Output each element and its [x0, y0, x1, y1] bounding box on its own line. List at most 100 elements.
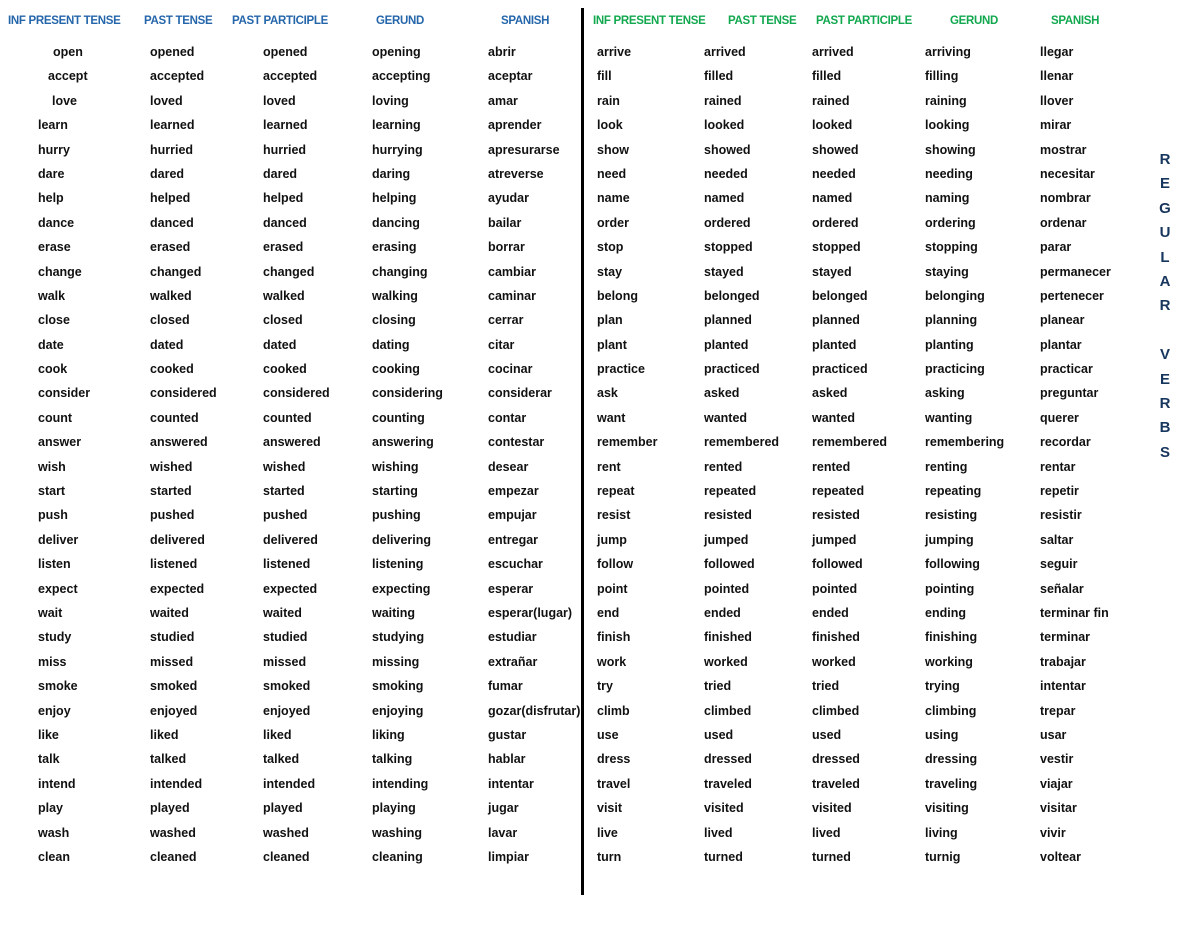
verb-gerund: pointing — [925, 581, 975, 596]
verb-spanish: apresurarse — [488, 142, 560, 157]
verb-infinitive: cook — [38, 362, 68, 377]
verb-gerund: renting — [925, 459, 968, 474]
verb-spanish: practicar — [1040, 362, 1093, 377]
verb-infinitive: smoke — [38, 679, 78, 694]
verb-row: talk talked talked talking hablar — [0, 749, 581, 773]
verb-past-tense: erased — [150, 240, 191, 255]
verb-row: order ordered ordered ordering ordenar — [589, 213, 1134, 237]
verb-row: end ended ended ending terminar fin — [589, 603, 1134, 627]
verb-row: turn turned turned turnig voltear — [589, 847, 1134, 871]
verb-past-participle: waited — [263, 605, 302, 620]
verb-spanish: intentar — [488, 776, 534, 791]
verb-past-tense: changed — [150, 264, 202, 279]
verb-infinitive: repeat — [597, 484, 635, 499]
verb-past-tense: turned — [704, 849, 743, 864]
column-header-past-participle: PAST PARTICIPLE — [232, 15, 329, 27]
vertical-title-letter: A — [1159, 273, 1171, 291]
verb-past-tense: followed — [704, 557, 755, 572]
verb-row: accept accepted accepted accepting aceptar — [0, 66, 581, 90]
verb-spanish: usar — [1040, 727, 1067, 742]
verb-row: rain rained rained raining llover — [589, 91, 1134, 115]
verb-spanish: citar — [488, 337, 515, 352]
verb-spanish: cambiar — [488, 264, 536, 279]
verb-past-tense: wanted — [704, 410, 748, 425]
verb-past-participle: climbed — [812, 703, 860, 718]
verb-gerund: closing — [372, 313, 416, 328]
verb-infinitive: fill — [597, 69, 612, 84]
verb-past-participle: belonged — [812, 288, 868, 303]
verb-infinitive: work — [597, 654, 627, 669]
verb-past-participle: planted — [812, 337, 857, 352]
vertical-title-letter: U — [1159, 224, 1171, 242]
verb-row: dance danced danced dancing bailar — [0, 213, 581, 237]
verb-infinitive: live — [597, 825, 618, 840]
verb-past-participle: counted — [263, 410, 312, 425]
verb-row: work worked worked working trabajar — [589, 652, 1134, 676]
verb-infinitive: change — [38, 264, 82, 279]
verb-past-participle: hurried — [263, 142, 307, 157]
verb-past-tense: closed — [150, 313, 190, 328]
verb-past-participle: pushed — [263, 508, 308, 523]
column-header-spanish: SPANISH — [1051, 15, 1100, 27]
verb-infinitive: dance — [38, 215, 75, 230]
verb-row: walk walked walked walking caminar — [0, 286, 581, 310]
verb-gerund: living — [925, 825, 958, 840]
verb-infinitive: erase — [38, 240, 71, 255]
verb-spanish: empujar — [488, 508, 537, 523]
verb-spanish: viajar — [1040, 776, 1073, 791]
vertical-title-letter: S — [1159, 443, 1170, 461]
right-table-header-row: INF PRESENT TENSE PAST TENSE PAST PARTIC… — [589, 13, 1134, 29]
verb-spanish: contestar — [488, 435, 545, 450]
verb-gerund: wishing — [372, 459, 419, 474]
verb-past-participle: opened — [263, 45, 308, 59]
verb-row: study studied studied studying estudiar — [0, 627, 581, 651]
verb-spanish: intentar — [1040, 679, 1086, 694]
verb-row: fill filled filled filling llenar — [589, 66, 1134, 90]
verb-past-tense: ordered — [704, 215, 751, 230]
verb-past-participle: delivered — [263, 532, 318, 547]
verb-infinitive: show — [597, 142, 629, 157]
verb-infinitive: resist — [597, 508, 631, 523]
vertical-title-letter: R — [1159, 151, 1171, 168]
verb-past-participle: loved — [263, 93, 296, 108]
verb-row: dress dressed dressed dressing vestir — [589, 749, 1134, 773]
verb-spanish: borrar — [488, 240, 525, 255]
vertical-title-letter: L — [1160, 248, 1170, 266]
verb-row: rent rented rented renting rentar — [589, 457, 1134, 481]
verb-gerund: cooking — [372, 362, 420, 377]
regular-verbs-vertical-title: REGULAR VERBS — [1148, 148, 1182, 465]
verb-past-participle: wished — [263, 459, 306, 474]
verb-infinitive: expect — [38, 581, 78, 596]
verb-past-tense: hurried — [150, 142, 194, 157]
verb-gerund: asking — [925, 386, 965, 401]
verb-row: expect expected expected expecting esperar — [0, 579, 581, 603]
verb-gerund: traveling — [925, 776, 978, 791]
verb-spanish: necesitar — [1040, 166, 1095, 181]
verb-gerund: working — [925, 654, 973, 669]
verb-past-tense: asked — [704, 386, 740, 401]
verb-past-participle: listened — [263, 557, 311, 572]
vertical-title-letter: V — [1159, 346, 1170, 364]
verb-past-tense: dressed — [704, 752, 752, 767]
verb-past-tense: intended — [150, 776, 203, 791]
verb-row: point pointed pointed pointing señalar — [589, 579, 1134, 603]
verb-past-tense: started — [150, 484, 192, 499]
verb-past-participle: resisted — [812, 508, 860, 523]
verb-infinitive: miss — [38, 654, 67, 669]
verb-past-tense: ended — [704, 605, 741, 620]
verb-gerund: listening — [372, 557, 424, 572]
verb-infinitive: push — [38, 508, 68, 523]
verb-infinitive: deliver — [38, 532, 79, 547]
verb-row: travel traveled traveled traveling viajar — [589, 774, 1134, 798]
verb-infinitive: practice — [597, 362, 645, 377]
verb-gerund: waiting — [372, 605, 416, 620]
verb-past-tense: walked — [150, 288, 192, 303]
verb-past-tense: loved — [150, 93, 183, 108]
verb-spanish: trepar — [1040, 703, 1076, 718]
verb-infinitive: intend — [38, 776, 76, 791]
verb-infinitive: talk — [38, 752, 60, 767]
verb-past-participle: studied — [263, 630, 308, 645]
verb-past-participle: turned — [812, 849, 851, 864]
verb-infinitive: wish — [38, 459, 66, 474]
verb-past-participle: played — [263, 801, 303, 816]
